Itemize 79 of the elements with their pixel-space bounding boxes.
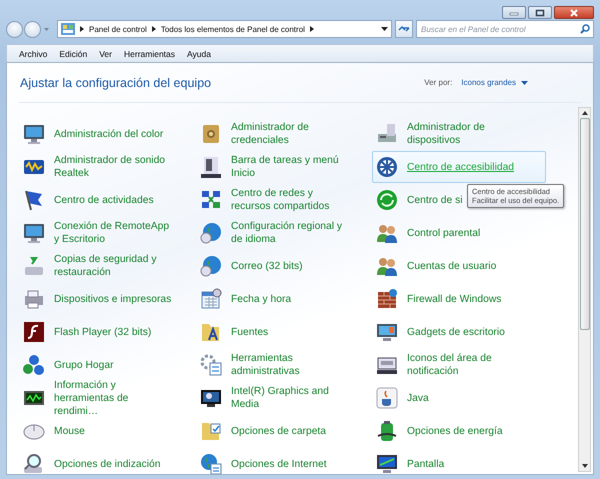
- view-by-label: Ver por:: [424, 78, 452, 87]
- control-panel-link[interactable]: Conexión de RemoteApp y Escritorio: [54, 220, 174, 246]
- battery-icon: [375, 419, 399, 443]
- control-panel-link[interactable]: Opciones de indización: [54, 458, 174, 470]
- control-panel-link[interactable]: Administración del color: [54, 128, 174, 140]
- control-panel-link[interactable]: Administrador de dispositivos: [407, 121, 537, 147]
- caret-icon[interactable]: [381, 27, 388, 31]
- control-panel-link[interactable]: Información y herramientas de rendimi…: [54, 378, 174, 418]
- scroll-up-icon[interactable]: [582, 111, 588, 115]
- control-panel-link[interactable]: Firewall de Windows: [407, 292, 537, 306]
- menu-item[interactable]: Herramientas: [124, 48, 176, 58]
- control-panel-link[interactable]: Centro de accesibilidad: [407, 160, 537, 174]
- scroll-down-icon[interactable]: [582, 464, 588, 468]
- control-panel-link[interactable]: Fecha y hora: [231, 292, 355, 306]
- control-panel-link[interactable]: Mouse: [54, 424, 174, 438]
- menu-item[interactable]: Archivo: [19, 48, 48, 58]
- search-field[interactable]: Buscar en el Panel de control: [416, 20, 594, 38]
- refresh-button[interactable]: [395, 20, 413, 38]
- globe-icon: [199, 254, 223, 278]
- control-panel-link[interactable]: Administrador de sonido Realtek: [54, 154, 174, 180]
- control-panel-link[interactable]: Herramientas administrativas: [231, 352, 355, 378]
- control-panel-link[interactable]: Intel(R) Graphics and Media: [231, 385, 355, 411]
- drive-icon: [22, 254, 46, 278]
- maximize-button[interactable]: [528, 6, 552, 19]
- flash-player-icon: [22, 320, 46, 344]
- refresh-icon: [398, 24, 410, 34]
- search-icon: [580, 24, 590, 34]
- monitor-icon: [22, 122, 46, 146]
- close-icon: [569, 8, 579, 16]
- control-panel-link[interactable]: Centro de redes y recursos compartidos: [231, 187, 355, 213]
- control-panel-link[interactable]: Flash Player (32 bits): [54, 326, 174, 338]
- brick-wall-icon: [375, 287, 399, 311]
- minimize-button[interactable]: [502, 6, 526, 19]
- breadcrumb-item[interactable]: Panel de control: [89, 24, 147, 34]
- page-title: Ajustar la configuración del equipo: [19, 76, 212, 90]
- view-by-dropdown[interactable]: Iconos grandes: [461, 78, 528, 87]
- control-panel-link[interactable]: Copias de seguridad y restauración: [54, 253, 174, 279]
- calendar-icon: [199, 287, 223, 311]
- caret-icon: [521, 80, 528, 84]
- close-button[interactable]: [554, 6, 594, 19]
- sync-icon: [375, 188, 399, 212]
- control-panel-link[interactable]: Grupo Hogar: [54, 358, 174, 372]
- control-panel-link[interactable]: Iconos del área de notificación: [407, 352, 537, 378]
- breadcrumb-arrow-icon[interactable]: [152, 26, 156, 32]
- control-panel-link[interactable]: Gadgets de escritorio: [407, 326, 537, 338]
- breadcrumb-arrow-icon[interactable]: [310, 26, 314, 32]
- maximize-icon: [535, 8, 545, 16]
- highlighted-item[interactable]: Centro de accesibilidad: [372, 151, 546, 183]
- control-panel-link[interactable]: Cuentas de usuario: [407, 260, 537, 272]
- control-panel-link[interactable]: Opciones de carpeta: [231, 424, 355, 438]
- menu-item[interactable]: Ver: [99, 48, 112, 58]
- control-panel-link[interactable]: Opciones de Internet: [231, 458, 355, 470]
- globe-icon: [199, 452, 223, 474]
- control-panel-link[interactable]: Barra de tareas y menú Inicio: [231, 154, 355, 180]
- menu-item[interactable]: Edición: [59, 48, 88, 58]
- breadcrumb-arrow-icon[interactable]: [80, 26, 84, 32]
- control-panel-link[interactable]: Centro de actividades: [54, 194, 174, 206]
- control-panel-link[interactable]: Dispositivos e impresoras: [54, 292, 174, 306]
- control-panel-icon: [61, 23, 75, 35]
- scrollbar[interactable]: [578, 107, 591, 472]
- control-panel-link[interactable]: Opciones de energía: [407, 424, 537, 438]
- globe-icon: [199, 221, 223, 245]
- coffee-cup-icon: [375, 386, 399, 410]
- control-panel-link[interactable]: Control parental: [407, 226, 537, 240]
- menu-item[interactable]: Ayuda: [187, 48, 211, 58]
- monitor-icon: [375, 452, 399, 474]
- control-panel-link[interactable]: Administrador de credenciales: [231, 121, 355, 147]
- homegroup-icon: [22, 353, 46, 377]
- control-panel-link[interactable]: Java: [407, 392, 537, 404]
- address-field[interactable]: Panel de control Todos los elementos de Panel de control: [57, 20, 392, 38]
- minimize-icon: [509, 10, 519, 16]
- control-panel-link[interactable]: Pantalla: [407, 458, 537, 470]
- breadcrumb-item[interactable]: Todos los elementos de Panel de control: [160, 24, 305, 34]
- taskbar-icon: [199, 155, 223, 179]
- monitor-icon: [22, 221, 46, 245]
- control-panel-link[interactable]: Correo (32 bits): [231, 260, 355, 272]
- control-panel-link[interactable]: Fuentes: [231, 326, 355, 338]
- gear-icon: [199, 353, 223, 377]
- control-panel-link[interactable]: Configuración regional y de idioma: [231, 220, 355, 246]
